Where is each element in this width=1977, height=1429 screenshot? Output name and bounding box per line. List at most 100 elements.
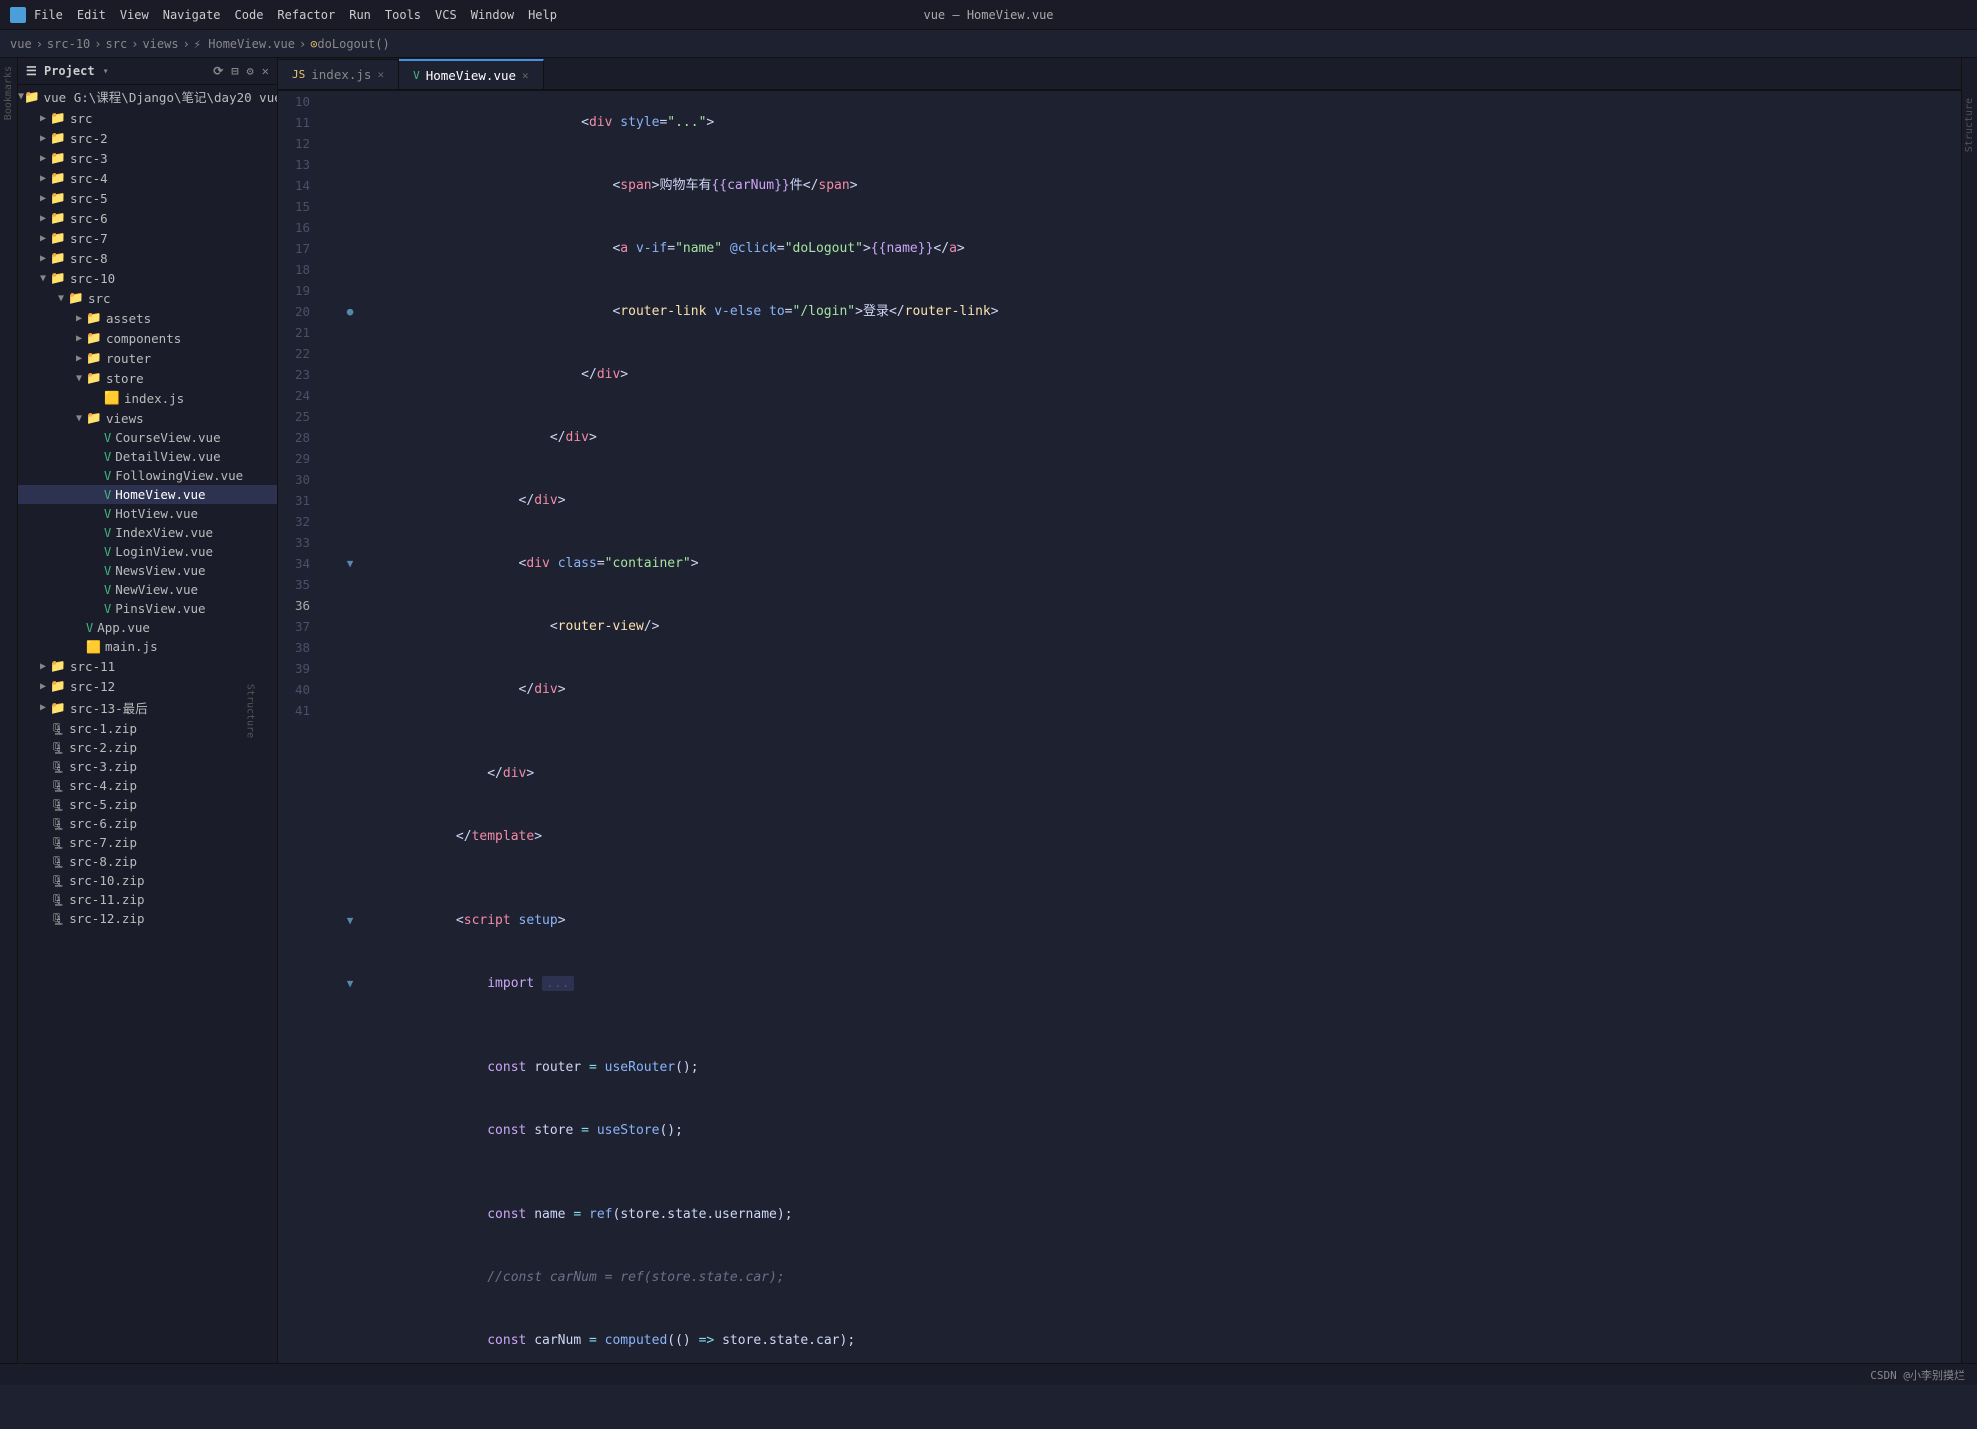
close-sidebar-icon[interactable]: ✕ xyxy=(262,64,269,78)
activity-bar: Bookmarks xyxy=(0,58,18,1363)
sidebar-item-src12zip[interactable]: 🗜 src-12.zip xyxy=(18,909,277,928)
tab-close-icon[interactable]: ✕ xyxy=(377,68,384,81)
sidebar-item-assets[interactable]: ▶ 📁 assets xyxy=(18,308,277,328)
sidebar-item-src2[interactable]: ▶ 📁 src-2 xyxy=(18,128,277,148)
sidebar-item-src7[interactable]: ▶ 📁 src-7 xyxy=(18,228,277,248)
bc-src10[interactable]: src-10 xyxy=(47,37,90,51)
menu-file[interactable]: File xyxy=(34,8,63,22)
menu-edit[interactable]: Edit xyxy=(77,8,106,22)
sidebar-item-src3[interactable]: ▶ 📁 src-3 xyxy=(18,148,277,168)
collapse-icon[interactable]: ⊟ xyxy=(231,64,238,78)
line-num-37: 37 xyxy=(278,616,318,637)
fold-13[interactable]: ● xyxy=(342,301,358,322)
sidebar-item-appvue[interactable]: V App.vue xyxy=(18,618,277,637)
menu-run[interactable]: Run xyxy=(349,8,371,22)
structure-label[interactable]: Structure xyxy=(244,683,255,737)
menu-vcs[interactable]: VCS xyxy=(435,8,457,22)
sidebar-item-src8[interactable]: ▶ 📁 src-8 xyxy=(18,248,277,268)
structure-right-label[interactable]: Structure xyxy=(1964,98,1975,152)
sidebar-header: ☰ Project ▾ ⟳ ⊟ ⚙ ✕ xyxy=(18,58,277,85)
sidebar-item-index-js[interactable]: 🟨 index.js xyxy=(18,388,277,408)
sidebar-item-src11zip[interactable]: 🗜 src-11.zip xyxy=(18,890,277,909)
bc-src[interactable]: src xyxy=(106,37,128,51)
sidebar-item-src4[interactable]: ▶ 📁 src-4 xyxy=(18,168,277,188)
sidebar-item-router[interactable]: ▶ 📁 router xyxy=(18,348,277,368)
code-line-34: const carNum = computed(() => store.stat… xyxy=(342,1309,1961,1363)
code-content[interactable]: <div style="..."> <span>购物车有{{carNum}}件<… xyxy=(326,91,1961,1363)
bc-func[interactable]: doLogout() xyxy=(317,37,389,51)
tab-close-active-icon[interactable]: ✕ xyxy=(522,69,529,82)
bc-views[interactable]: views xyxy=(142,37,178,51)
sidebar-item-src[interactable]: ▶ 📁 src xyxy=(18,108,277,128)
line-32-content: const name = ref(store.state.username); xyxy=(362,1183,1941,1246)
sidebar-item-mainjs[interactable]: 🟨 main.js xyxy=(18,637,277,656)
sidebar-item-components[interactable]: ▶ 📁 components xyxy=(18,328,277,348)
line-num-16: 16 xyxy=(278,217,318,238)
sidebar-item-src5zip[interactable]: 🗜 src-5.zip xyxy=(18,795,277,814)
settings-icon[interactable]: ⚙ xyxy=(247,64,254,78)
sidebar-label: assets xyxy=(106,311,151,326)
line-17-content: <div class="container"> xyxy=(362,532,1941,595)
line-num-22: 22 xyxy=(278,343,318,364)
line-num-39: 39 xyxy=(278,658,318,679)
menu-code[interactable]: Code xyxy=(235,8,264,22)
menu-navigate[interactable]: Navigate xyxy=(163,8,221,22)
sidebar-item-courseview[interactable]: V CourseView.vue xyxy=(18,428,277,447)
line-num-25: 25 xyxy=(278,406,318,427)
tab-index-js[interactable]: JS index.js ✕ xyxy=(278,59,399,89)
sidebar-item-src10zip[interactable]: 🗜 src-10.zip xyxy=(18,871,277,890)
code-line-17: ▼ <div class="container"> xyxy=(342,532,1961,595)
project-dropdown[interactable]: ▾ xyxy=(103,66,109,77)
menu-view[interactable]: View xyxy=(120,8,149,22)
bc-file[interactable]: ⚡ HomeView.vue xyxy=(194,37,295,51)
sidebar-item-src6zip[interactable]: 🗜 src-6.zip xyxy=(18,814,277,833)
sidebar-item-src11[interactable]: ▶ 📁 src-11 xyxy=(18,656,277,676)
sidebar-item-src5[interactable]: ▶ 📁 src-5 xyxy=(18,188,277,208)
sidebar-item-src2zip[interactable]: 🗜 src-2.zip xyxy=(18,738,277,757)
sidebar-item-hotview[interactable]: V HotView.vue xyxy=(18,504,277,523)
sidebar-item-homeview[interactable]: V HomeView.vue xyxy=(18,485,277,504)
sidebar-item-src8zip[interactable]: 🗜 src-8.zip xyxy=(18,852,277,871)
sidebar-item-src10[interactable]: ▼ 📁 src-10 xyxy=(18,268,277,288)
sidebar-item-loginview[interactable]: V LoginView.vue xyxy=(18,542,277,561)
bookmarks-label[interactable]: Bookmarks xyxy=(1,62,16,124)
line-num-31: 31 xyxy=(278,490,318,511)
tab-homeview[interactable]: V HomeView.vue ✕ xyxy=(399,59,544,89)
breadcrumb: vue › src-10 › src › views › ⚡ HomeView.… xyxy=(0,30,1977,58)
sidebar-item-views[interactable]: ▼ 📁 views xyxy=(18,408,277,428)
sidebar-item-newview[interactable]: V NewView.vue xyxy=(18,580,277,599)
sidebar-item-followingview[interactable]: V FollowingView.vue xyxy=(18,466,277,485)
sidebar-item-src10-src[interactable]: ▼ 📁 src xyxy=(18,288,277,308)
sidebar-item-src12[interactable]: ▶ 📁 src-12 xyxy=(18,676,277,696)
menu-help[interactable]: Help xyxy=(528,8,557,22)
code-line-25: ▼ import ... xyxy=(342,952,1961,1015)
sidebar-item-vue-root[interactable]: ▼ 📁 vue G:\课程\Django\笔记\day20 vue xyxy=(18,85,277,108)
line-num-12: 12 xyxy=(278,133,318,154)
sidebar-item-src13[interactable]: ▶ 📁 src-13-最后 xyxy=(18,696,277,719)
sidebar-item-store[interactable]: ▼ 📁 store xyxy=(18,368,277,388)
sidebar-item-newsview[interactable]: V NewsView.vue xyxy=(18,561,277,580)
sidebar-item-src4zip[interactable]: 🗜 src-4.zip xyxy=(18,776,277,795)
sidebar-item-src6[interactable]: ▶ 📁 src-6 xyxy=(18,208,277,228)
code-line-32: const name = ref(store.state.username); xyxy=(342,1183,1961,1246)
fold-17[interactable]: ▼ xyxy=(342,553,358,574)
sidebar-label: FollowingView.vue xyxy=(115,468,243,483)
fold-24[interactable]: ▼ xyxy=(342,910,358,931)
sidebar-item-src1zip[interactable]: 🗜 src-1.zip xyxy=(18,719,277,738)
menu-window[interactable]: Window xyxy=(471,8,514,22)
sync-icon[interactable]: ⟳ xyxy=(213,64,223,78)
menu-refactor[interactable]: Refactor xyxy=(277,8,335,22)
sidebar-item-src3zip[interactable]: 🗜 src-3.zip xyxy=(18,757,277,776)
fold-25[interactable]: ▼ xyxy=(342,973,358,994)
sidebar-item-pinsview[interactable]: V PinsView.vue xyxy=(18,599,277,618)
menu-tools[interactable]: Tools xyxy=(385,8,421,22)
sidebar-item-detailview[interactable]: V DetailView.vue xyxy=(18,447,277,466)
bc-vue[interactable]: vue xyxy=(10,37,32,51)
sidebar-label: IndexView.vue xyxy=(115,525,213,540)
tabs-bar: JS index.js ✕ V HomeView.vue ✕ xyxy=(278,58,1961,91)
bc-icon: ⊙ xyxy=(310,37,317,51)
sidebar-label: src-4.zip xyxy=(69,778,137,793)
sidebar-item-src7zip[interactable]: 🗜 src-7.zip xyxy=(18,833,277,852)
line-14-content: </div> xyxy=(362,343,1941,406)
sidebar-item-indexview[interactable]: V IndexView.vue xyxy=(18,523,277,542)
